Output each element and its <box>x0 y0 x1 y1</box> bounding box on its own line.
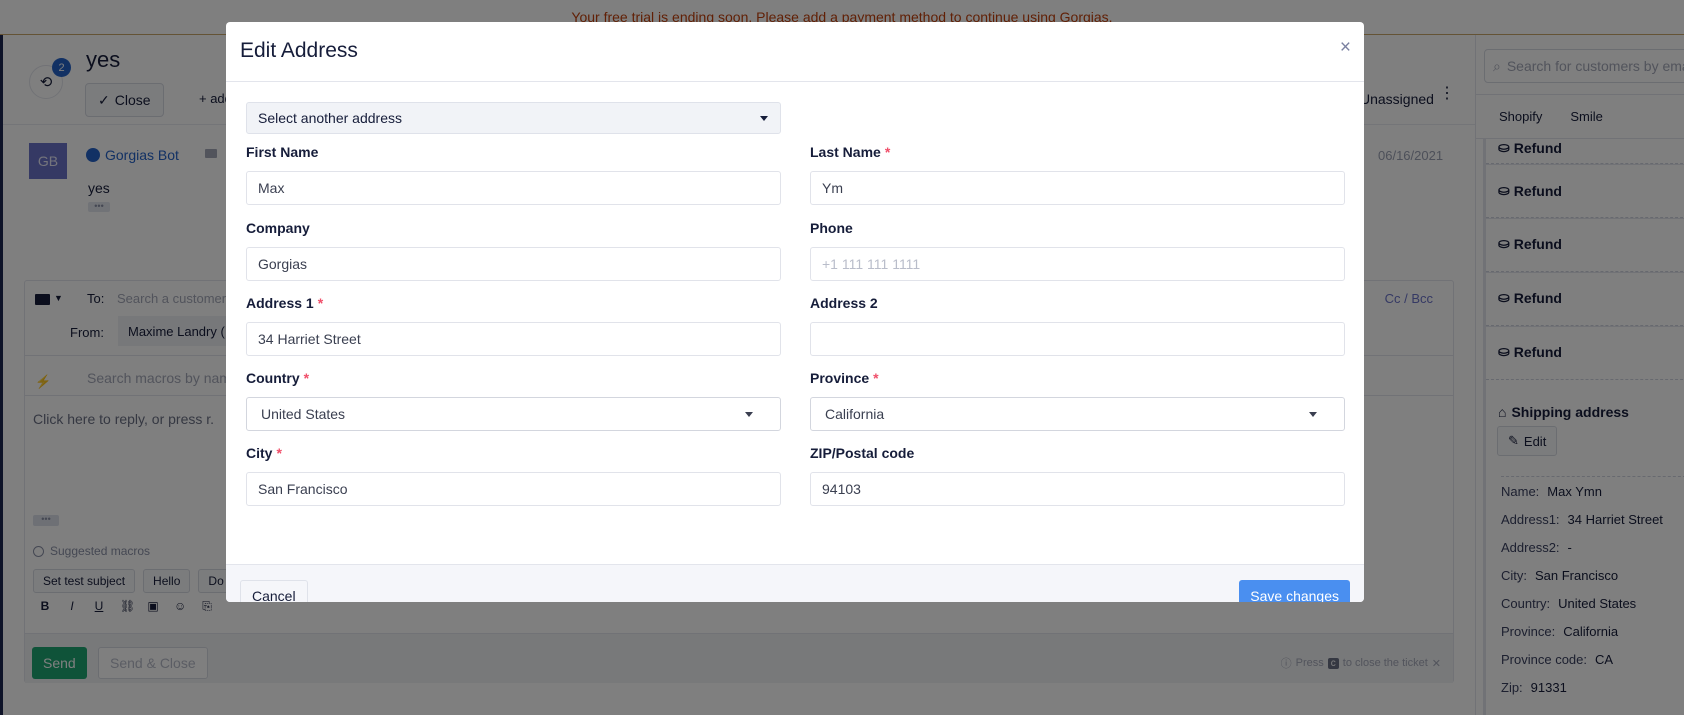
save-changes-button[interactable]: Save changes <box>1239 580 1350 602</box>
caret-down-icon <box>760 116 768 121</box>
cancel-button[interactable]: Cancel <box>240 580 308 602</box>
province-select[interactable]: California <box>810 397 1345 431</box>
address1-field: Address 1 * 34 Harriet Street <box>246 295 781 356</box>
city-label: City * <box>246 445 282 461</box>
province-field: Province * California <box>810 370 1345 431</box>
modal-body: Select another address First Name Max La… <box>226 82 1364 564</box>
first-name-label: First Name <box>246 144 319 160</box>
phone-label: Phone <box>810 220 853 236</box>
required-mark: * <box>276 445 282 461</box>
select-another-address-dropdown[interactable]: Select another address <box>246 102 781 134</box>
country-select[interactable]: United States <box>246 397 781 431</box>
edit-address-modal: Edit Address × Select another address Fi… <box>226 22 1364 602</box>
caret-down-icon <box>1309 412 1317 417</box>
country-field: Country * United States <box>246 370 781 431</box>
caret-down-icon <box>745 412 753 417</box>
first-name-input[interactable]: Max <box>246 171 781 205</box>
required-mark: * <box>317 295 324 311</box>
address2-label: Address 2 <box>810 295 878 311</box>
city-input[interactable]: San Francisco <box>246 472 781 506</box>
required-mark: * <box>303 370 310 386</box>
modal-title: Edit Address <box>240 39 358 62</box>
last-name-input[interactable]: Ym <box>810 171 1345 205</box>
company-input[interactable]: Gorgias <box>246 247 781 281</box>
city-field: City * San Francisco <box>246 445 781 506</box>
country-label: Country * <box>246 370 310 386</box>
modal-header: Edit Address × <box>226 22 1364 82</box>
province-label: Province * <box>810 370 879 386</box>
required-mark: * <box>873 370 879 386</box>
company-label: Company <box>246 220 310 236</box>
address2-input[interactable] <box>810 322 1345 356</box>
phone-field: Phone +1 111 111 1111 <box>810 220 1345 281</box>
zip-input[interactable]: 94103 <box>810 472 1345 506</box>
address1-input[interactable]: 34 Harriet Street <box>246 322 781 356</box>
last-name-field: Last Name * Ym <box>810 144 1345 205</box>
modal-footer: Cancel Save changes <box>226 564 1364 602</box>
zip-label: ZIP/Postal code <box>810 445 915 461</box>
zip-field: ZIP/Postal code 94103 <box>810 445 1345 506</box>
address1-label: Address 1 * <box>246 295 324 311</box>
last-name-label: Last Name * <box>810 144 891 160</box>
address2-field: Address 2 <box>810 295 1345 356</box>
required-mark: * <box>884 144 891 160</box>
phone-input[interactable]: +1 111 111 1111 <box>810 247 1345 281</box>
company-field: Company Gorgias <box>246 220 781 281</box>
close-icon[interactable]: × <box>1340 37 1351 59</box>
first-name-field: First Name Max <box>246 144 781 205</box>
